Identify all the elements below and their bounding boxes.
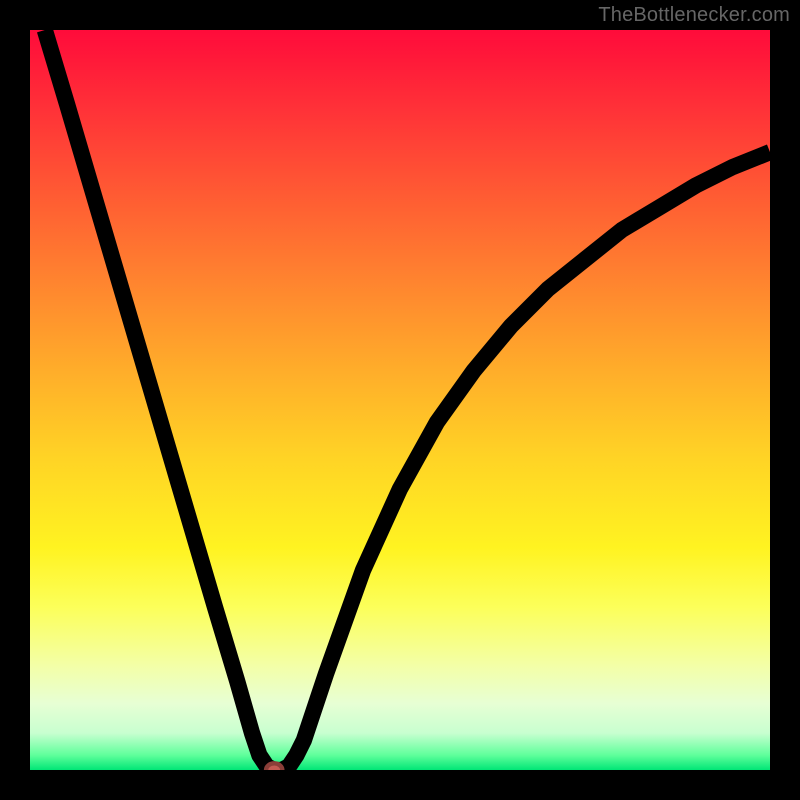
plot-area: [30, 30, 770, 770]
bottleneck-curve: [45, 30, 770, 770]
watermark-text: TheBottlenecker.com: [598, 4, 790, 27]
curve-svg: [30, 30, 770, 770]
optimum-marker: [266, 763, 282, 770]
chart-stage: TheBottlenecker.com: [0, 0, 800, 800]
